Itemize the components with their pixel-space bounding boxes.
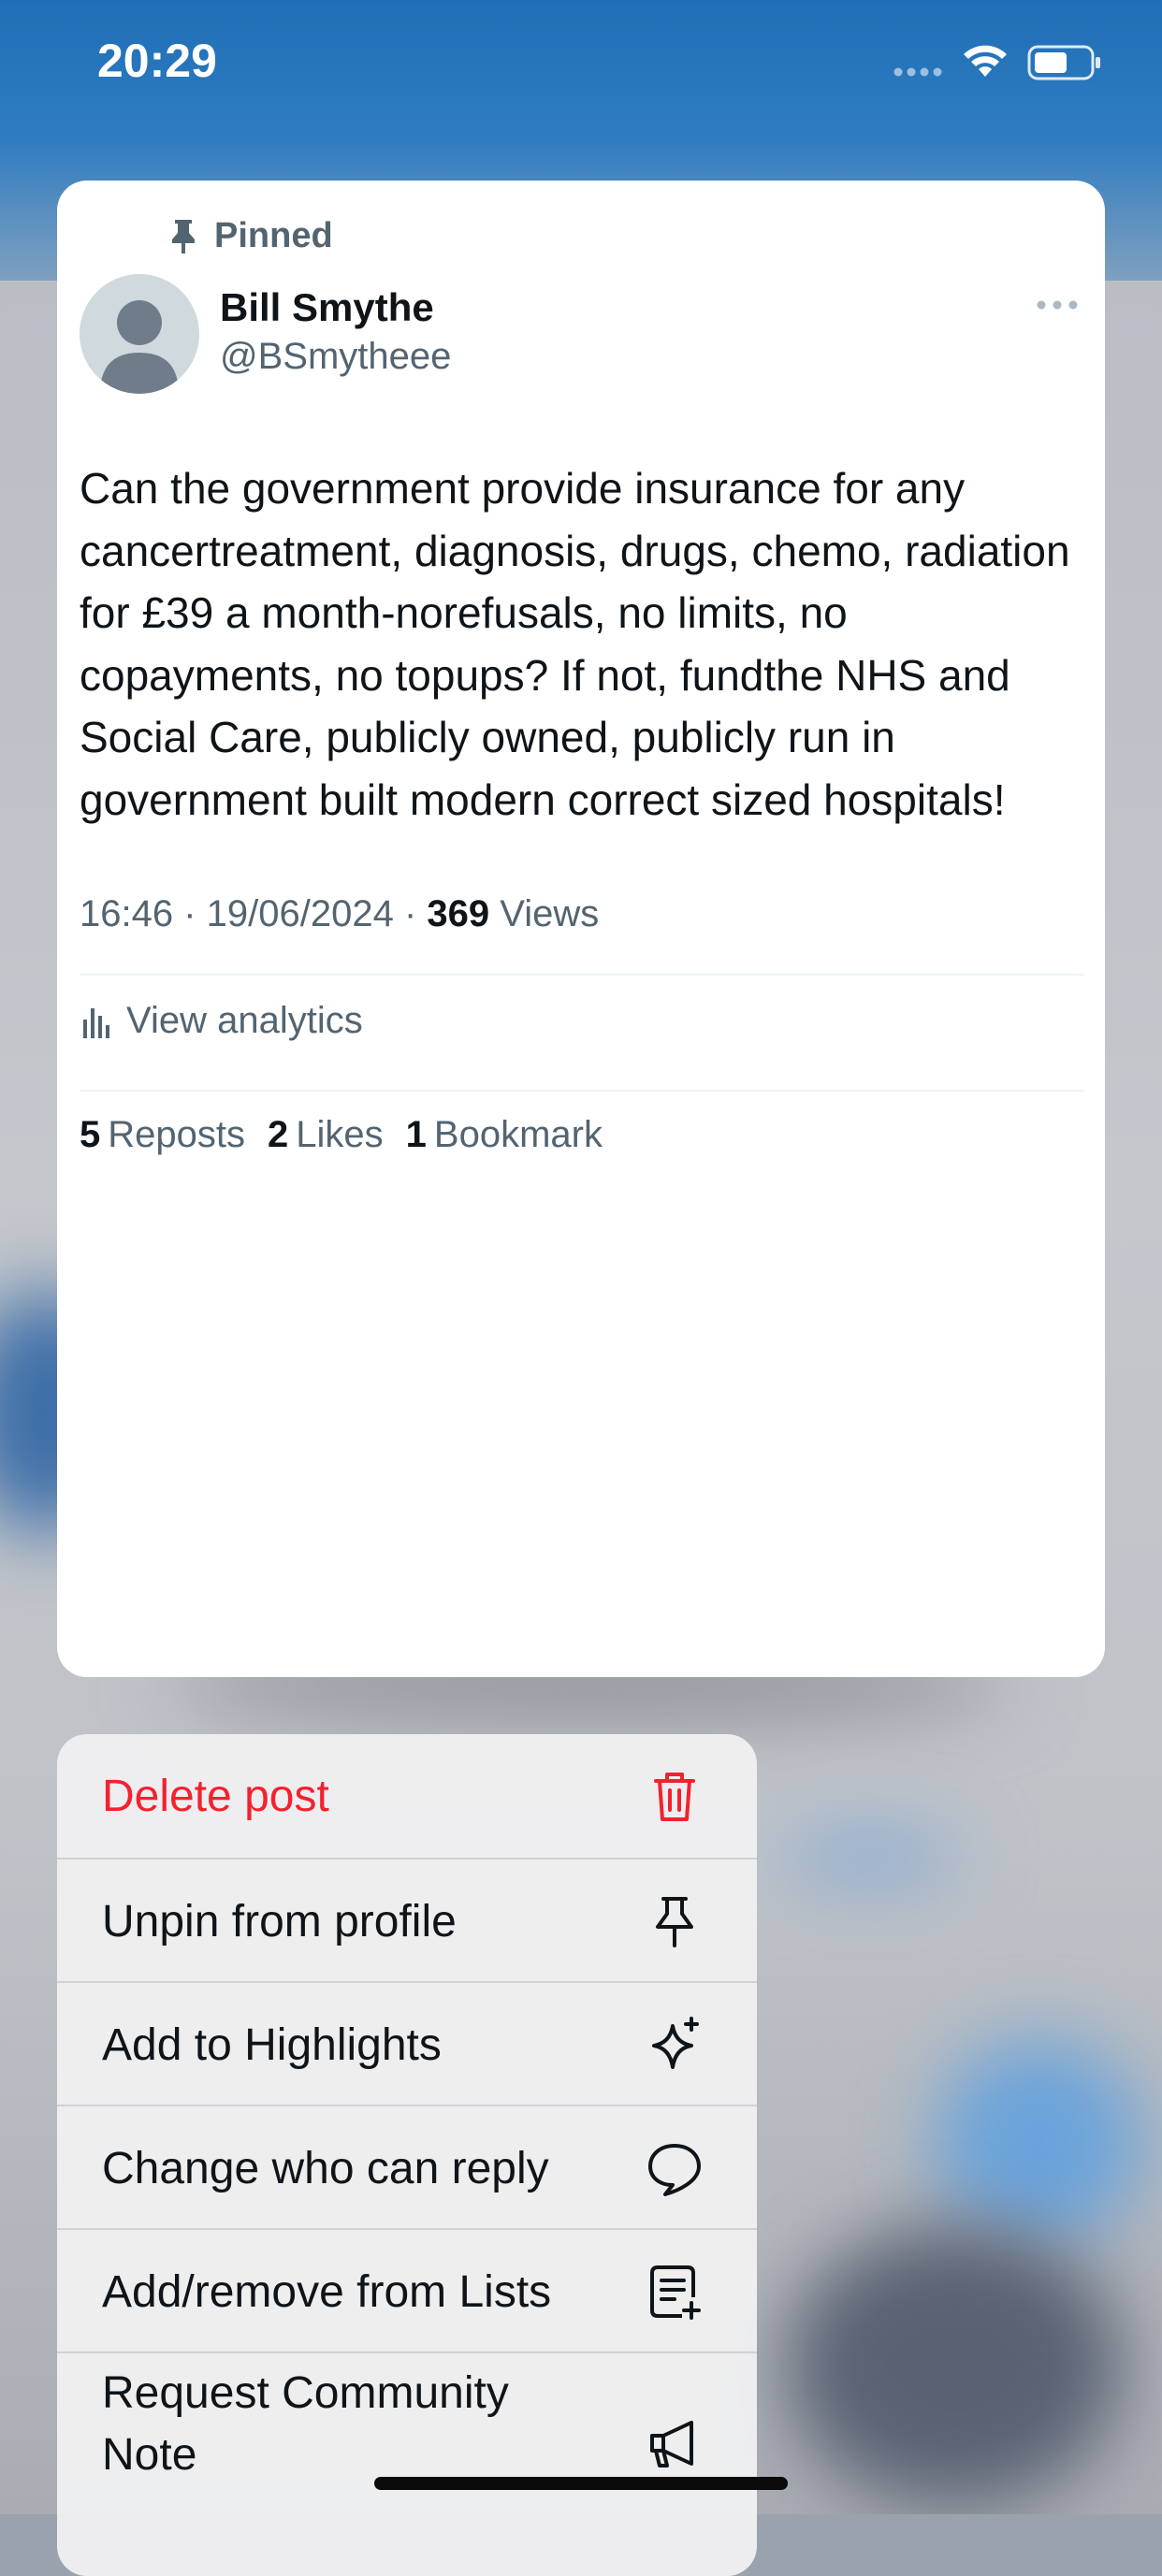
battery-icon — [1027, 45, 1100, 80]
post-meta: 16:46 · 19/06/2024 · 369 Views — [80, 893, 599, 935]
menu-item-add-to-highlights[interactable]: Add to Highlights — [57, 1983, 757, 2106]
sparkle-icon — [652, 2017, 699, 2069]
bookmarks-count: 1 — [405, 1114, 427, 1155]
analytics-bar-icon — [83, 1007, 109, 1038]
bookmarks-label: Bookmark — [433, 1114, 603, 1155]
view-analytics-link[interactable]: View analytics — [80, 1000, 363, 1042]
menu-item-change-who-can-reply[interactable]: Change who can reply — [57, 2106, 757, 2230]
bookmarks-stat[interactable]: 1 Bookmark — [406, 1114, 603, 1156]
reposts-label: Reposts — [108, 1114, 245, 1155]
home-indicator[interactable] — [374, 2477, 788, 2490]
menu-item-request-community-note[interactable]: Request Community Note — [57, 2353, 757, 2576]
status-bar: 20:29 — [0, 0, 1162, 131]
avatar[interactable] — [80, 274, 199, 394]
megaphone-icon — [650, 2421, 693, 2467]
menu-item-label: Change who can reply — [102, 2143, 549, 2193]
pinned-label: Pinned — [214, 216, 333, 255]
post-stats: 5 Reposts 2 Likes 1 Bookmark — [80, 1114, 603, 1156]
list-add-icon — [650, 2265, 701, 2320]
post-card: Pinned Bill Smythe @BSmytheee Can the go… — [57, 181, 1105, 1677]
divider — [80, 974, 1084, 976]
post-date: 19/06/2024 — [206, 893, 394, 934]
post-text: Can the government provide insurance for… — [80, 464, 1070, 824]
menu-item-label: Delete post — [102, 1771, 329, 1821]
likes-label: Likes — [296, 1114, 384, 1155]
wifi-icon — [964, 45, 1007, 77]
context-menu: Delete post Unpin from profile Add to Hi… — [57, 1734, 757, 2576]
divider — [80, 1090, 1084, 1092]
likes-count: 2 — [268, 1114, 289, 1155]
view-analytics-label: View analytics — [126, 1000, 363, 1041]
meta-separator: · — [173, 893, 207, 934]
likes-stat[interactable]: 2 Likes — [268, 1114, 384, 1156]
cellular-signal-icon — [893, 67, 942, 77]
pin-icon — [656, 1897, 693, 1947]
views-count: 369 — [427, 893, 490, 934]
speech-bubble-icon — [648, 2144, 701, 2196]
author-name[interactable]: Bill Smythe — [220, 285, 434, 330]
menu-item-unpin[interactable]: Unpin from profile — [57, 1860, 757, 1983]
menu-item-label: Add/remove from Lists — [102, 2266, 552, 2317]
author-handle[interactable]: @BSmytheee — [220, 336, 451, 378]
pinned-indicator: Pinned — [167, 216, 333, 256]
status-time: 20:29 — [97, 35, 217, 87]
meta-separator: · — [393, 893, 428, 934]
pin-icon — [172, 219, 195, 253]
more-options-icon[interactable] — [1034, 291, 1081, 319]
reposts-stat[interactable]: 5 Reposts — [80, 1114, 245, 1156]
menu-item-label: Unpin from profile — [102, 1896, 457, 1946]
default-avatar-icon — [100, 300, 179, 394]
menu-item-label: Add to Highlights — [102, 2019, 442, 2070]
trash-icon — [654, 1773, 695, 1821]
menu-item-delete-post[interactable]: Delete post — [57, 1734, 757, 1858]
post-time: 16:46 — [80, 893, 174, 934]
menu-item-add-remove-lists[interactable]: Add/remove from Lists — [57, 2230, 757, 2353]
menu-item-label: Request Community Note — [102, 2368, 509, 2480]
reposts-count: 5 — [80, 1114, 101, 1155]
views-label: Views — [500, 893, 600, 934]
